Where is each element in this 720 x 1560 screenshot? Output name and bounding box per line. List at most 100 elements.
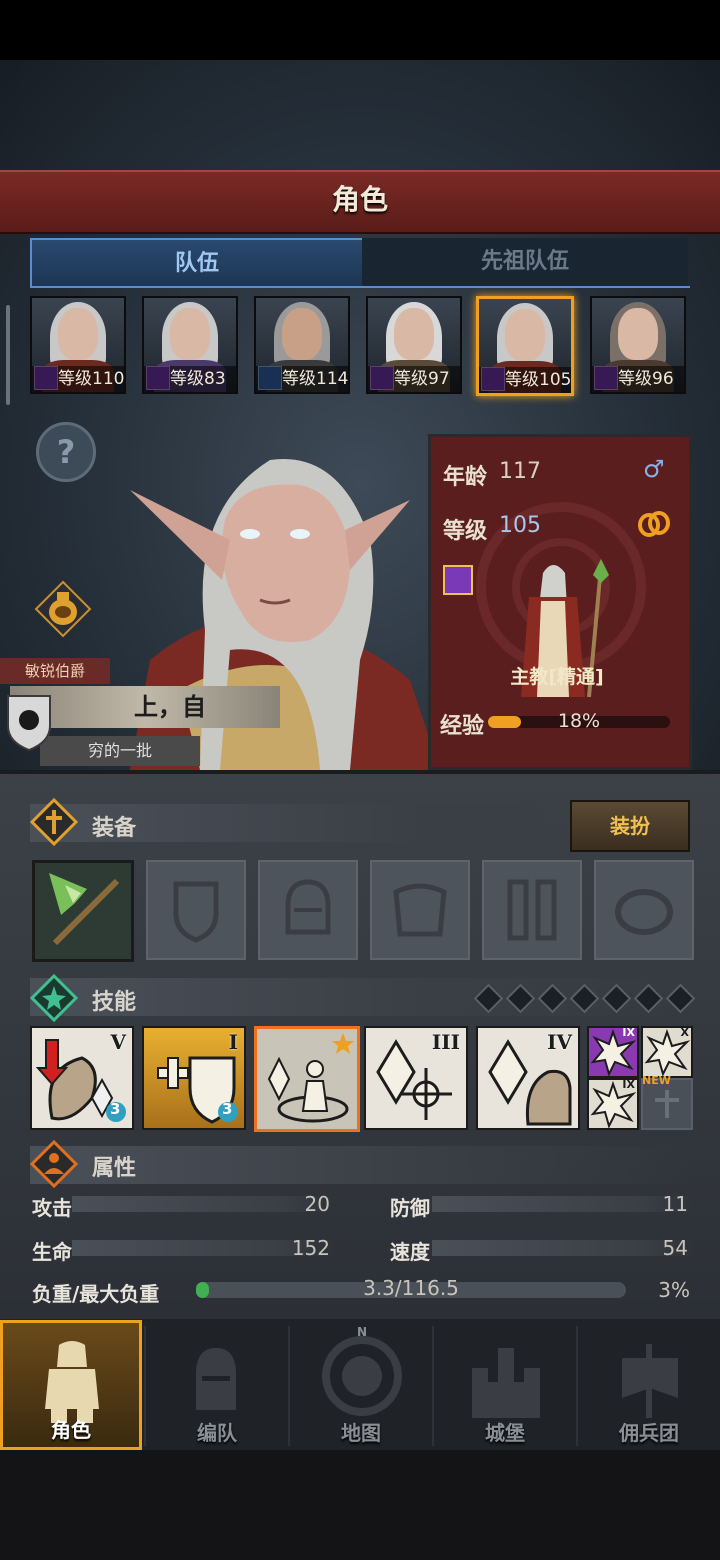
skill-4[interactable]: III — [364, 1026, 468, 1130]
roster-level: 等级83 — [144, 366, 236, 392]
class-staff-icon — [443, 565, 473, 595]
hp-value: 152 — [291, 1236, 330, 1260]
tab-ancestor-team[interactable]: 先祖队伍 — [362, 238, 688, 288]
sanctuary-skill-icon — [267, 1033, 354, 1123]
skill-2[interactable]: I 3 — [142, 1026, 246, 1130]
hero-epithet: 穷的一批 — [87, 741, 152, 760]
load-percent: 3% — [658, 1278, 690, 1302]
potion-icon[interactable] — [34, 580, 92, 638]
mercenary-banner-icon — [622, 1344, 678, 1418]
roster-scrollbar[interactable] — [6, 305, 10, 405]
weapon-slot[interactable] — [32, 860, 134, 962]
defense-value: 11 — [662, 1192, 688, 1216]
tab-underline — [30, 286, 690, 288]
hero-name[interactable]: 上，自 — [60, 686, 280, 728]
speed-label: 速度 — [390, 1240, 430, 1264]
class-name: 主教[精通] — [510, 666, 604, 688]
roster-portrait-5-selected[interactable]: 等级105 — [476, 296, 574, 396]
helmet-icon — [196, 1348, 236, 1410]
roster-portrait-4[interactable]: 等级97 — [366, 296, 462, 394]
nav-mercenary[interactable]: 佣兵团 — [578, 1320, 720, 1450]
rings-icon[interactable] — [637, 509, 671, 539]
tab-team[interactable]: 队伍 — [30, 238, 364, 288]
attributes-icon — [30, 1140, 78, 1188]
shield-slot-icon — [173, 881, 219, 943]
hp-label: 生命 — [32, 1240, 72, 1264]
skill-badge: 3 — [222, 1100, 233, 1118]
compass-icon: N — [322, 1326, 402, 1416]
exp-label: 经验 — [440, 714, 485, 739]
load-label: 负重/最大负重 — [32, 1282, 160, 1306]
skill-1[interactable]: V 3 — [30, 1026, 134, 1130]
mini-skill-1[interactable]: IX — [587, 1026, 639, 1078]
helmet-slot[interactable] — [258, 860, 358, 960]
nav-label: 角色 — [51, 1418, 91, 1442]
roster-level: 等级97 — [368, 366, 460, 392]
nav-label: 编队 — [197, 1421, 237, 1445]
shield-crest-icon — [7, 695, 51, 752]
mini-skill-rank: X — [680, 1026, 689, 1039]
hero-title-tag: 敏锐伯爵 — [0, 658, 110, 684]
staff-icon — [49, 873, 120, 946]
attack-value: 20 — [304, 1192, 330, 1216]
skill-3-selected[interactable] — [254, 1026, 360, 1132]
roster-portrait-2[interactable]: 等级83 — [142, 296, 238, 394]
status-bar-area — [0, 0, 720, 60]
cross-icon — [30, 798, 78, 846]
level-label: 等级 — [443, 519, 488, 544]
face — [170, 308, 210, 360]
roster-portrait-3[interactable]: 等级114 — [254, 296, 350, 394]
roster-portrait-6[interactable]: 等级96 — [590, 296, 686, 394]
nav-label: 地图 — [341, 1421, 381, 1445]
system-nav-area — [0, 1450, 720, 1560]
castle-icon — [472, 1348, 540, 1418]
roster-level: 等级110 — [32, 366, 124, 392]
skill-rank: III — [431, 1030, 460, 1054]
knight-icon — [45, 1341, 99, 1423]
shield-slot[interactable] — [146, 860, 246, 960]
roster-level: 等级96 — [592, 366, 684, 392]
skills-title: 技能 — [92, 990, 137, 1015]
skill-rank: V — [110, 1030, 126, 1054]
empty-cross-icon — [655, 1090, 679, 1118]
face — [505, 309, 545, 361]
nav-map[interactable]: N 地图 — [290, 1320, 432, 1450]
roster-portrait-1[interactable]: 等级110 — [30, 296, 126, 394]
mini-skill-3[interactable]: IX — [587, 1078, 639, 1130]
nav-castle[interactable]: 城堡 — [434, 1320, 576, 1450]
help-button[interactable]: ? — [36, 422, 96, 482]
mini-skill-rank: IX — [622, 1078, 635, 1091]
nav-formation[interactable]: 编队 — [146, 1320, 288, 1450]
equipment-title: 装备 — [92, 816, 137, 841]
roster-level: 等级105 — [479, 367, 571, 393]
attributes-title: 属性 — [92, 1156, 137, 1181]
skill-rank: I — [228, 1030, 238, 1054]
ring-slot[interactable] — [594, 860, 694, 960]
exp-percent: 18% — [557, 710, 601, 732]
male-icon: ♂ — [643, 455, 665, 483]
skill-5[interactable]: IV — [476, 1026, 580, 1130]
armor-slot[interactable] — [370, 860, 470, 960]
face — [618, 308, 658, 360]
skill-badge: 3 — [110, 1100, 121, 1118]
dress-up-button[interactable]: 装扮 — [570, 800, 690, 852]
ring-slot-icon — [615, 889, 673, 935]
svg-text:N: N — [357, 1326, 367, 1339]
face — [58, 308, 98, 360]
face — [394, 308, 434, 360]
nav-character[interactable]: 角色 — [0, 1320, 142, 1450]
load-value: 3.3/116.5 — [363, 1276, 459, 1300]
mini-skill-rank: IX — [622, 1026, 635, 1039]
star-icon — [30, 974, 78, 1022]
defense-label: 防御 — [390, 1196, 430, 1220]
boots-slot[interactable] — [482, 860, 582, 960]
mini-skill-2[interactable]: X — [641, 1026, 693, 1078]
speed-value: 54 — [662, 1236, 688, 1260]
roster-level: 等级114 — [256, 366, 348, 392]
skill-rank: IV — [547, 1030, 572, 1054]
armor-slot-icon — [393, 883, 447, 937]
age-label: 年龄 — [443, 465, 488, 490]
attack-label: 攻击 — [32, 1196, 72, 1220]
level-value: 105 — [499, 513, 541, 538]
nav-label: 佣兵团 — [619, 1421, 679, 1445]
